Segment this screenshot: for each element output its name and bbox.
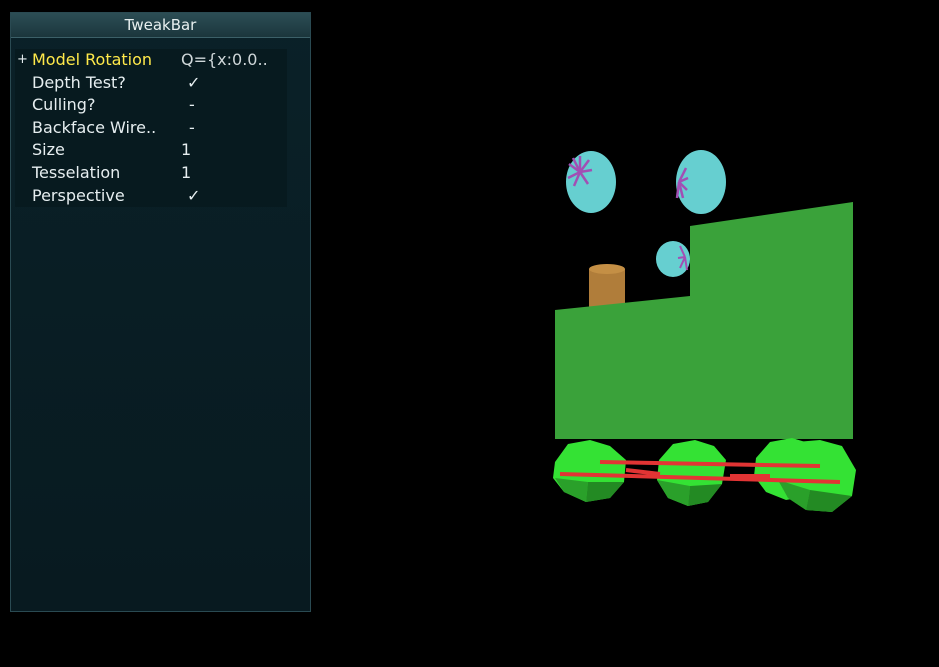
checkmark-icon[interactable]: ✓ xyxy=(187,185,200,208)
toggle-off-dash[interactable]: - xyxy=(189,94,195,117)
row-label-tesselation: Tesselation xyxy=(32,162,121,182)
row-label-perspective: Perspective xyxy=(32,185,125,205)
row-label-culling: Culling? xyxy=(32,95,96,115)
row-label-depth-test: Depth Test? xyxy=(32,72,126,92)
train-model xyxy=(553,150,856,512)
row-value-model-rotation[interactable]: Q={x:0.0.. xyxy=(181,49,268,72)
train-render-viewport[interactable] xyxy=(540,140,870,530)
row-size[interactable]: Size 1 xyxy=(15,139,287,162)
tweakbar-panel[interactable]: TweakBar + Model Rotation Q={x:0.0.. Dep… xyxy=(10,12,311,612)
checkmark-icon[interactable]: ✓ xyxy=(187,72,200,95)
row-tesselation[interactable]: Tesselation 1 xyxy=(15,162,287,185)
expand-plus-icon[interactable]: + xyxy=(17,49,28,72)
row-culling[interactable]: Culling? - xyxy=(15,94,287,117)
row-label-backface-wire: Backface Wire.. xyxy=(32,117,157,137)
row-depth-test[interactable]: Depth Test? ✓ xyxy=(15,72,287,95)
row-value-tesselation[interactable]: 1 xyxy=(181,162,191,185)
smoke-puff-small xyxy=(656,241,690,277)
tweakbar-rows: + Model Rotation Q={x:0.0.. Depth Test? … xyxy=(15,49,287,208)
row-label-size: Size xyxy=(32,140,65,160)
smoke-puff-right xyxy=(675,150,726,214)
row-perspective[interactable]: Perspective ✓ xyxy=(15,185,287,208)
train-body xyxy=(555,202,853,439)
tweakbar-title[interactable]: TweakBar xyxy=(11,13,310,38)
toggle-off-dash[interactable]: - xyxy=(189,117,195,140)
row-label-model-rotation: Model Rotation xyxy=(32,50,153,69)
row-backface-wire[interactable]: Backface Wire.. - xyxy=(15,117,287,140)
smoke-puff-left xyxy=(566,151,616,213)
row-model-rotation[interactable]: + Model Rotation Q={x:0.0.. xyxy=(15,49,287,72)
row-value-size[interactable]: 1 xyxy=(181,139,191,162)
